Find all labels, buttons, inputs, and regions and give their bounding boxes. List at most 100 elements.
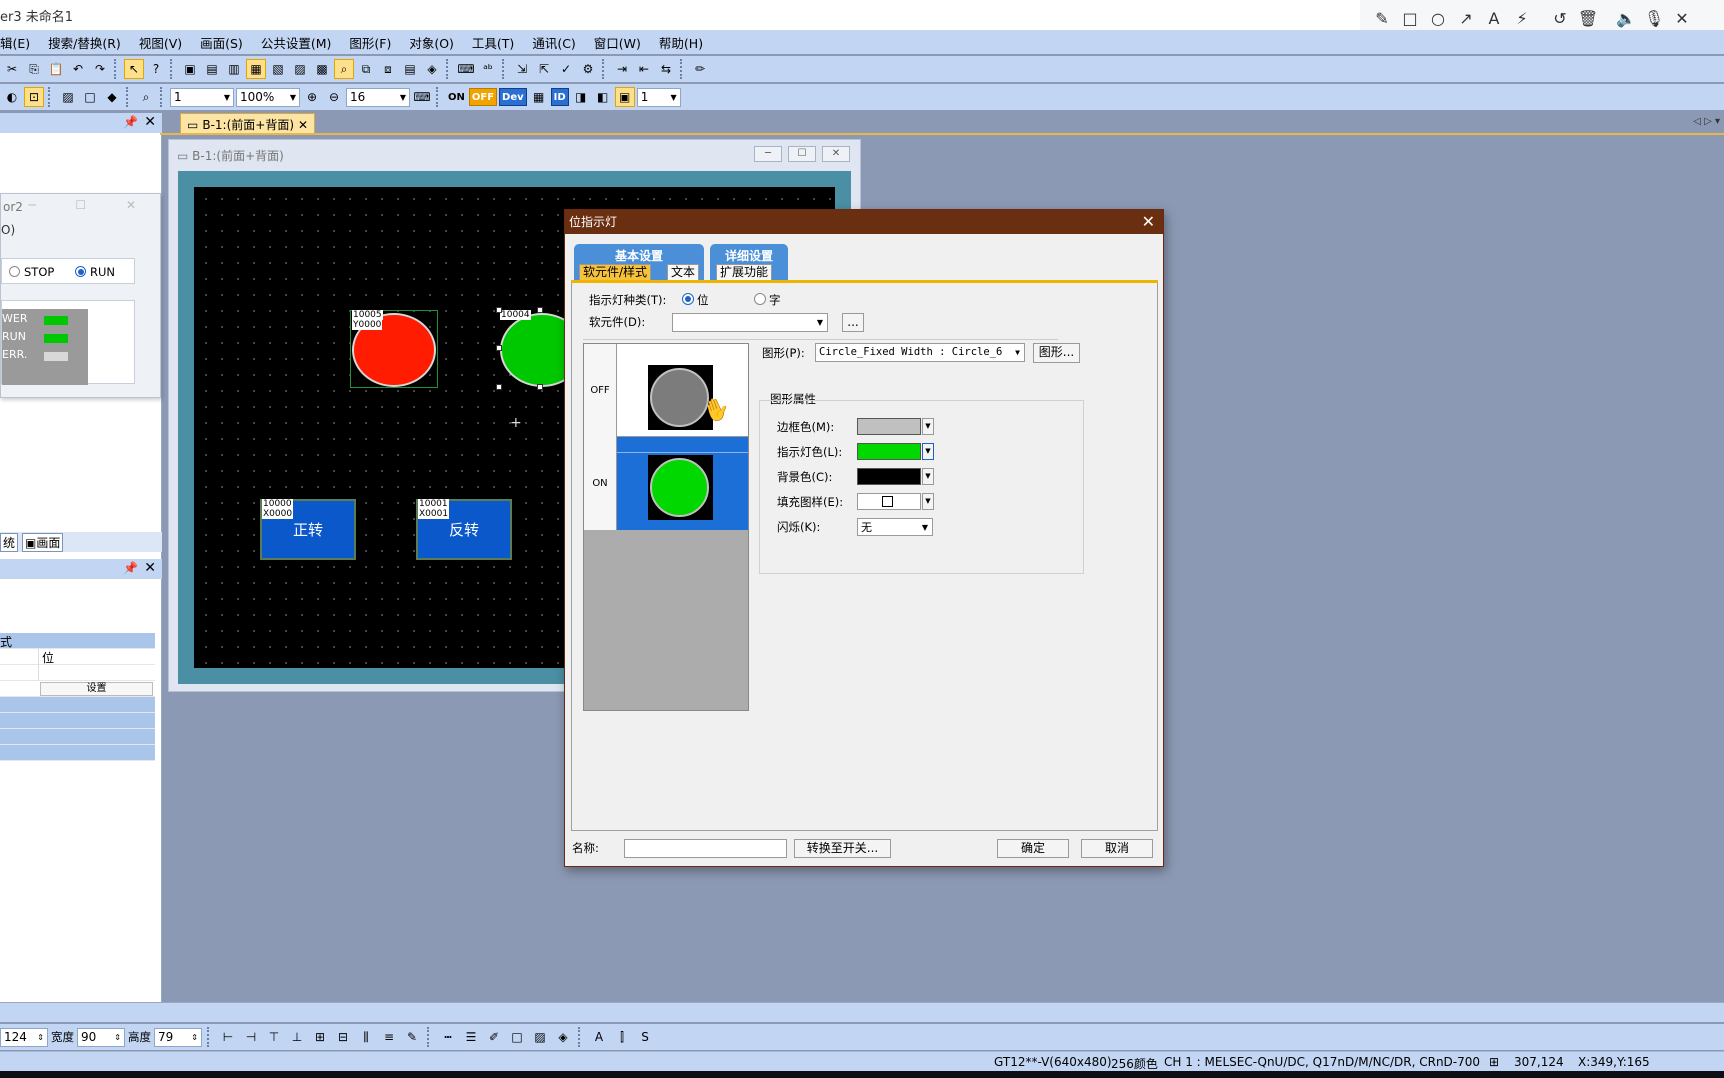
align-middle-icon[interactable]: ⊞ <box>310 1027 330 1047</box>
zoom-out-icon[interactable]: ⊖ <box>324 87 344 107</box>
cancel-button[interactable]: 取消 <box>1081 839 1153 858</box>
zoom-window-icon[interactable]: ⌕ <box>136 87 156 107</box>
group-icon[interactable]: ⧈ <box>378 59 398 79</box>
chevron-down-icon[interactable]: ▼ <box>922 493 934 510</box>
device-list-icon[interactable]: ▤ <box>400 59 420 79</box>
subtab-extended[interactable]: 扩展功能 <box>716 264 773 280</box>
export-icon[interactable]: ⇤ <box>634 59 654 79</box>
fill-icon[interactable]: ◈ <box>553 1027 573 1047</box>
device-input[interactable]: ▼ <box>672 313 828 332</box>
pin-icon[interactable]: 📌 <box>123 561 138 575</box>
snap-icon[interactable]: ⊡ <box>24 87 44 107</box>
distribute-h-icon[interactable]: ⫼ <box>356 1027 376 1047</box>
preview-icon[interactable]: ⌕ <box>334 59 354 79</box>
rect-style-icon[interactable]: □ <box>80 87 100 107</box>
document-tab[interactable]: ▭ B-1:(前面+背面) ✕ <box>180 113 316 135</box>
properties-icon[interactable]: ▦ <box>246 59 266 79</box>
frame-color-swatch[interactable] <box>857 418 921 435</box>
menu-tools[interactable]: 工具(T) <box>463 33 523 52</box>
transfer-icon[interactable]: ⇲ <box>512 59 532 79</box>
layers-icon[interactable]: ▧ <box>268 59 288 79</box>
front-layer-icon[interactable]: ◨ <box>571 87 591 107</box>
zoom-select[interactable]: 100% ▼ <box>236 87 300 107</box>
menu-figure[interactable]: 图形(F) <box>340 33 400 52</box>
grid-size-select[interactable]: 16 ▼ <box>346 87 410 107</box>
speaker-icon[interactable]: 🔈 <box>1612 5 1640 33</box>
font-color-icon[interactable]: A <box>589 1027 609 1047</box>
fill-pattern-swatch[interactable] <box>857 493 921 510</box>
stop-radio[interactable] <box>9 266 20 277</box>
align-tool-icon[interactable]: ✎ <box>402 1027 422 1047</box>
layer-select[interactable]: 1 ▼ <box>636 87 681 107</box>
screen-open-icon[interactable]: ▤ <box>202 59 222 79</box>
prop-type-row[interactable]: 位 <box>0 649 155 665</box>
chevron-down-icon[interactable]: ▼ <box>922 418 934 435</box>
selection-handle[interactable] <box>496 384 502 390</box>
line-style-icon[interactable]: ┅ <box>438 1027 458 1047</box>
arrow-icon[interactable]: ↗ <box>1452 5 1480 33</box>
menu-search-replace[interactable]: 搜索/替换(R) <box>39 33 130 52</box>
align-right-icon[interactable]: ⊤ <box>264 1027 284 1047</box>
ok-button[interactable]: 确定 <box>997 839 1069 858</box>
undo-icon[interactable]: ↺ <box>1546 5 1574 33</box>
selection-handle[interactable] <box>537 307 543 313</box>
off-toggle[interactable]: OFF <box>468 88 498 106</box>
screen-number-select[interactable]: 1 ▼ <box>170 87 234 107</box>
preview-on-row[interactable]: ON <box>584 437 748 530</box>
tab-close-icon[interactable]: ✕ <box>298 118 308 132</box>
menu-object[interactable]: 对象(O) <box>400 33 463 52</box>
align-left-icon[interactable]: ⊢ <box>218 1027 238 1047</box>
cut-icon[interactable]: ✂ <box>2 59 22 79</box>
layout-icon[interactable]: ▦ <box>529 87 549 107</box>
type-word-radio[interactable] <box>754 293 766 305</box>
line-width-icon[interactable]: ☰ <box>461 1027 481 1047</box>
selection-handle[interactable] <box>496 345 502 351</box>
zoom-in-icon[interactable]: ⊕ <box>302 87 322 107</box>
import-icon[interactable]: ⇥ <box>612 59 632 79</box>
text-style-icon[interactable]: S <box>635 1027 655 1047</box>
close-button[interactable]: ✕ <box>822 146 850 162</box>
align-center-icon[interactable]: ⊣ <box>241 1027 261 1047</box>
trash-icon[interactable]: 🗑 <box>1574 5 1602 33</box>
keyboard-icon[interactable]: ⌨ <box>456 59 476 79</box>
nav-back-icon[interactable]: ◐ <box>2 87 22 107</box>
screen-copy-icon[interactable]: ▥ <box>224 59 244 79</box>
library-icon[interactable]: ▨ <box>290 59 310 79</box>
menu-view[interactable]: 视图(V) <box>130 33 191 52</box>
subtab-device-style[interactable]: 软元件/样式 <box>579 264 652 280</box>
select-pointer-icon[interactable]: ↖ <box>124 59 144 79</box>
distribute-v-icon[interactable]: ≡ <box>379 1027 399 1047</box>
id-display-toggle[interactable]: ID <box>550 88 569 106</box>
set-button[interactable]: 设置 <box>40 682 153 696</box>
device-display-toggle[interactable]: Dev <box>499 88 527 106</box>
shape-icon[interactable]: □ <box>507 1027 527 1047</box>
magic-wand-icon[interactable]: ⚡ <box>1508 5 1536 33</box>
back-layer-icon[interactable]: ◧ <box>593 87 613 107</box>
close-icon[interactable]: ✕ <box>144 114 156 130</box>
fill-color-icon[interactable]: ◆ <box>102 87 122 107</box>
blink-select[interactable]: 无 ▼ <box>857 518 933 536</box>
chevron-down-icon[interactable]: ▼ <box>922 468 934 485</box>
prop-empty-row[interactable] <box>0 665 155 681</box>
close-icon[interactable]: ✕ <box>1142 212 1155 231</box>
text-icon[interactable]: A <box>1480 5 1508 33</box>
tab-basic-settings[interactable]: 基本设置 软元件/样式 文本 <box>574 244 704 280</box>
menu-edit[interactable]: 辑(E) <box>0 33 39 52</box>
simulate-icon[interactable]: ⚙ <box>578 59 598 79</box>
read-icon[interactable]: ⇱ <box>534 59 554 79</box>
merge-icon[interactable]: ⇆ <box>656 59 676 79</box>
rectangle-icon[interactable]: □ <box>1396 5 1424 33</box>
maximize-button[interactable]: ☐ <box>788 146 816 162</box>
grid-icon[interactable]: ▩ <box>312 59 332 79</box>
run-radio[interactable] <box>75 266 86 277</box>
copy-icon[interactable]: ⎘ <box>24 59 44 79</box>
pencil-icon[interactable]: ✎ <box>1368 5 1396 33</box>
tool-icon[interactable]: ✏ <box>690 59 710 79</box>
microphone-icon[interactable]: 🎙 <box>1640 5 1668 33</box>
convert-to-switch-button[interactable]: 转换至开关... <box>794 839 891 858</box>
data-check-icon[interactable]: ◈ <box>422 59 442 79</box>
both-layer-icon[interactable]: ▣ <box>614 87 635 107</box>
x-input[interactable]: 124 ⇕ <box>0 1027 48 1047</box>
name-input[interactable] <box>624 839 787 858</box>
menu-common-settings[interactable]: 公共设置(M) <box>252 33 341 52</box>
